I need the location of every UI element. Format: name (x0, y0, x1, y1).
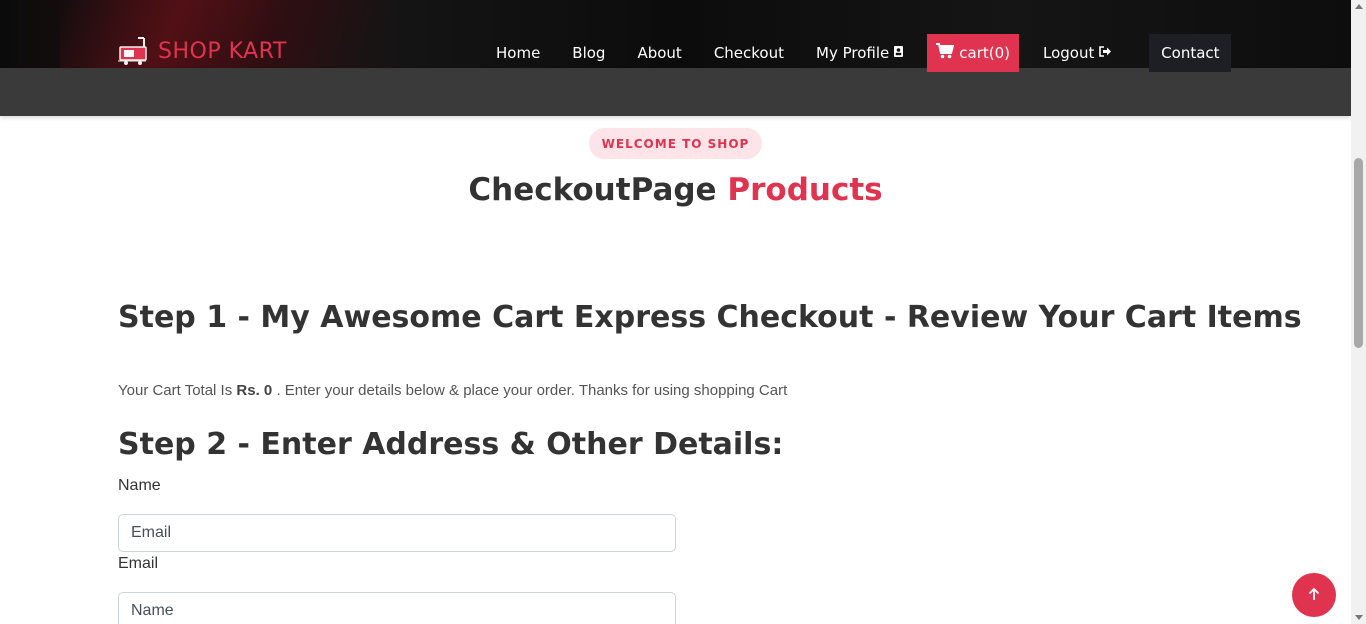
email-label: Email (118, 555, 159, 572)
cart-label: cart (959, 44, 989, 62)
cart-total-prefix: Your Cart Total Is (118, 382, 233, 399)
page-title-main: CheckoutPage (468, 172, 717, 208)
scroll-thumb[interactable] (1354, 158, 1363, 348)
cart-total-suffix: . Enter your details below & place your … (276, 382, 788, 399)
id-card-icon (894, 46, 904, 60)
step-2-heading: Step 2 - Enter Address & Other Details: (118, 427, 784, 462)
name-label: Name (118, 477, 161, 494)
nav-contact-button[interactable]: Contact (1149, 34, 1232, 72)
nav-logout-label: Logout (1043, 44, 1095, 62)
name-input[interactable] (118, 514, 676, 552)
shopping-cart-logo-icon (118, 36, 148, 66)
page-title: CheckoutPage Products (0, 172, 1351, 208)
nav-about[interactable]: About (621, 34, 697, 72)
back-to-top-button[interactable] (1292, 573, 1336, 617)
shopping-cart-icon (936, 43, 955, 63)
main-nav: Home Blog About Checkout My Profile cart… (480, 34, 1232, 72)
arrow-up-icon (1307, 585, 1321, 606)
brand-logo[interactable]: SHOP KART (118, 36, 287, 66)
page-title-accent: Products (727, 172, 883, 208)
cart-total-value: Rs. 0 (236, 382, 273, 399)
brand-name: SHOP KART (158, 38, 287, 64)
nav-logout[interactable]: Logout (1027, 34, 1127, 72)
step-1-heading: Step 1 - My Awesome Cart Express Checkou… (118, 300, 1302, 335)
page: SHOP KART Home Blog About Checkout My Pr… (0, 0, 1366, 624)
scroll-up-arrow-icon[interactable] (1355, 4, 1363, 9)
nav-blog[interactable]: Blog (556, 34, 621, 72)
nav-home[interactable]: Home (480, 34, 556, 72)
scroll-down-arrow-icon[interactable] (1355, 615, 1363, 620)
sign-out-icon (1099, 46, 1112, 60)
cart-count: (0) (988, 44, 1010, 62)
email-input[interactable] (118, 592, 676, 624)
page-scrollbar[interactable] (1351, 0, 1366, 624)
nav-my-profile-label: My Profile (816, 44, 890, 62)
welcome-badge: WELCOME TO SHOP (589, 128, 762, 159)
cart-total-text: Your Cart Total Is Rs. 0 . Enter your de… (118, 382, 787, 399)
nav-cart-button[interactable]: cart (0) (927, 34, 1019, 72)
header-sub-bar (0, 68, 1351, 116)
nav-my-profile[interactable]: My Profile (800, 34, 919, 72)
nav-checkout[interactable]: Checkout (698, 34, 800, 72)
